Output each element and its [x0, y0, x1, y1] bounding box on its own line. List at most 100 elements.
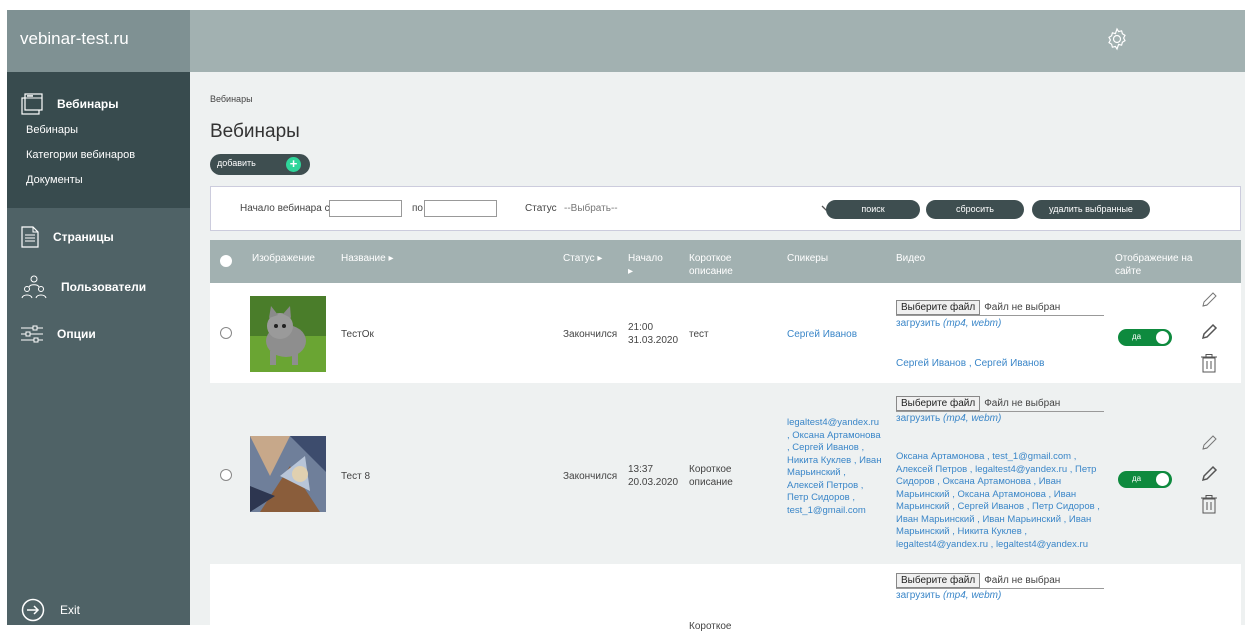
col-status-label: Статус [563, 253, 595, 264]
col-status[interactable]: Статус ▸ [563, 252, 602, 265]
file-input[interactable]: Выберите файл Файл не выбран [896, 573, 1104, 589]
table-header: Изображение Название ▸ Статус ▸ Начало ▸ … [210, 240, 1241, 283]
start-from-label: Начало вебинара с [240, 203, 330, 214]
webinar-desc: тест [689, 329, 709, 340]
sidebar-subitem-webinars[interactable]: Вебинары [7, 119, 190, 144]
webinar-status: Закончился [563, 329, 618, 340]
sidebar-subitem-categories[interactable]: Категории вебинаров [7, 144, 190, 169]
col-start-label: Начало [628, 253, 663, 264]
pencil-icon[interactable] [1200, 465, 1218, 483]
sidebar-item-label: Страницы [53, 230, 114, 244]
formats-hint: (mp4, webm) [943, 318, 1002, 329]
page: vebinar-test.ru Вебинары Вебинары Катего… [0, 0, 1245, 632]
delete-selected-button[interactable]: удалить выбранные [1032, 200, 1150, 219]
upload-label: загрузить [896, 413, 941, 424]
plus-icon: + [286, 157, 301, 172]
formats-hint: (mp4, webm) [943, 590, 1002, 601]
toggle-knob [1156, 473, 1169, 486]
choose-file-button[interactable]: Выберите файл [896, 300, 981, 315]
file-input[interactable]: Выберите файл Файл не выбран [896, 396, 1104, 412]
site-logo[interactable]: vebinar-test.ru [7, 10, 190, 72]
col-name[interactable]: Название ▸ [341, 252, 394, 265]
pencil-outline-icon[interactable] [1200, 434, 1218, 452]
trash-icon[interactable] [1201, 354, 1217, 373]
sidebar-item-label: Опции [57, 327, 96, 341]
col-speakers: Спикеры [787, 253, 829, 264]
upload-link[interactable]: загрузить (mp4, webm) [896, 317, 1001, 330]
upload-link[interactable]: загрузить (mp4, webm) [896, 412, 1001, 425]
display-toggle[interactable]: да [1118, 471, 1172, 488]
webinar-date: 20.03.2020 [628, 477, 679, 488]
video-speakers[interactable]: Оксана Артамонова , test_1@gmail.com , А… [896, 451, 1101, 551]
select-all-radio[interactable] [220, 255, 232, 267]
toggle-knob [1156, 331, 1169, 344]
search-button[interactable]: поиск [826, 200, 920, 219]
sidebar-section-webinars: Вебинары Вебинары Категории вебинаров До… [7, 72, 190, 208]
video-speakers[interactable]: Сергей Иванов , Сергей Иванов [896, 357, 1106, 370]
kitten-thumbnail[interactable] [250, 296, 326, 372]
top-bar [190, 10, 1245, 72]
webinar-name[interactable]: ТестОк [341, 328, 374, 341]
formats-hint: (mp4, webm) [943, 413, 1002, 424]
filter-panel: Начало вебинара с по Статус --Выбрать-- … [210, 186, 1241, 231]
pencil-outline-icon[interactable] [1200, 291, 1218, 309]
sidebar-item-webinars[interactable]: Вебинары [7, 89, 190, 119]
no-file-text: Файл не выбран [984, 398, 1061, 409]
row-select-radio[interactable] [220, 327, 232, 339]
upload-label: загрузить [896, 590, 941, 601]
webinar-desc: Короткое [689, 621, 732, 632]
speakers-list[interactable]: legaltest4@yandex.ru , Оксана Артамонова… [787, 417, 882, 517]
breadcrumb[interactable]: Вебинары [210, 94, 253, 104]
speaker-link[interactable]: Сергей Иванов [787, 328, 857, 341]
sidebar-item-options[interactable]: Опции [7, 319, 190, 349]
col-image: Изображение [252, 253, 315, 264]
webinar-name[interactable]: Тест 8 [341, 470, 370, 483]
row-select-radio[interactable] [220, 469, 232, 481]
main-content: Вебинары Вебинары добавить + Начало веби… [190, 72, 1245, 632]
col-start[interactable]: Начало ▸ [628, 252, 663, 278]
choose-file-button[interactable]: Выберите файл [896, 573, 981, 588]
add-button-label: добавить [217, 158, 256, 168]
exit-button[interactable]: Exit [21, 598, 80, 622]
sort-arrow-icon: ▸ [628, 266, 634, 277]
sidebar: vebinar-test.ru Вебинары Вебинары Катего… [7, 10, 190, 625]
webinar-desc: Короткое описание [689, 464, 733, 488]
pencil-icon[interactable] [1200, 323, 1218, 341]
no-file-text: Файл не выбран [984, 575, 1061, 586]
choose-file-button[interactable]: Выберите файл [896, 396, 981, 411]
start-date-input[interactable] [329, 200, 402, 217]
gear-icon[interactable] [1105, 27, 1129, 51]
status-select[interactable]: --Выбрать-- [564, 203, 618, 214]
exit-icon [21, 598, 45, 622]
no-file-text: Файл не выбран [984, 302, 1061, 313]
display-toggle[interactable]: да [1118, 329, 1172, 346]
upload-label: загрузить [896, 318, 941, 329]
to-label: по [412, 203, 423, 214]
exit-label: Exit [60, 603, 81, 617]
windows-icon [21, 93, 43, 115]
reset-button[interactable]: сбросить [926, 200, 1024, 219]
file-input[interactable]: Выберите файл Файл не выбран [896, 300, 1104, 316]
col-video: Видео [896, 253, 926, 264]
col-display: Отображение на сайте [1115, 253, 1193, 277]
sidebar-item-pages[interactable]: Страницы [7, 222, 190, 252]
add-button[interactable]: добавить + [210, 154, 310, 175]
table-row: ТестОк Закончился 21:00 31.03.2020 тест … [210, 283, 1241, 383]
page-title: Вебинары [210, 121, 300, 142]
toggle-label: да [1132, 332, 1142, 341]
webinar-time: 21:00 [628, 322, 654, 333]
trash-icon[interactable] [1201, 495, 1217, 514]
sidebar-item-label: Вебинары [57, 97, 119, 111]
col-short-desc: Короткое описание [689, 253, 733, 277]
webinar-status: Закончился [563, 471, 618, 482]
col-name-label: Название [341, 253, 386, 264]
upload-link[interactable]: загрузить (mp4, webm) [896, 589, 1001, 602]
end-date-input[interactable] [424, 200, 497, 217]
sort-arrow-icon: ▸ [388, 253, 394, 264]
sidebar-item-users[interactable]: Пользователи [7, 272, 190, 302]
art-thumbnail[interactable] [250, 436, 326, 512]
sidebar-subitem-documents[interactable]: Документы [7, 169, 190, 194]
document-icon [21, 226, 39, 248]
webinar-time: 13:37 [628, 464, 654, 475]
toggle-label: да [1132, 474, 1142, 483]
